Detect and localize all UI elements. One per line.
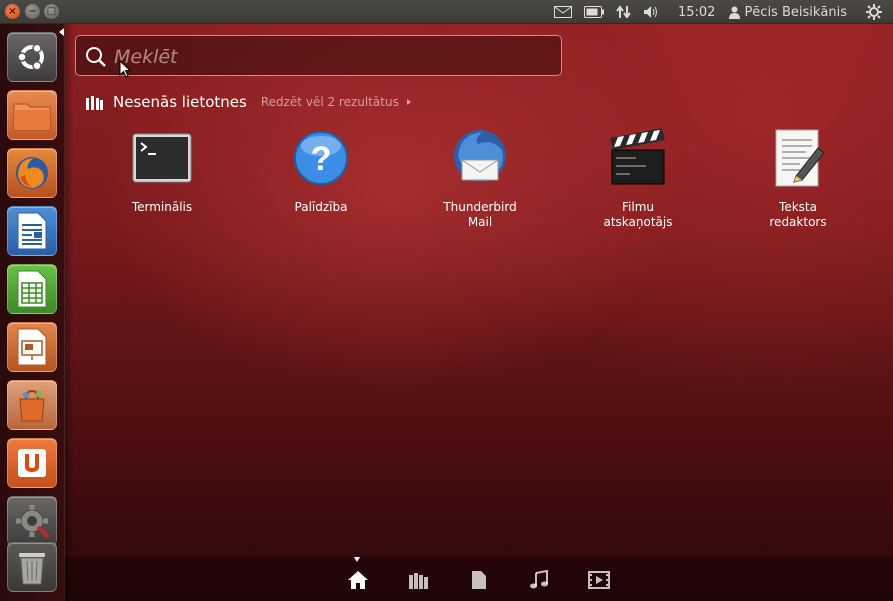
top-panel: × − □ 15:02 Pēcis Beisikānis [0,0,893,24]
close-window-button[interactable]: × [5,4,20,19]
music-lens-icon [530,570,548,589]
app-label: Teksta redaktors [769,200,827,229]
launcher-files[interactable] [7,90,57,140]
text-editor-icon [775,129,825,187]
libreoffice-calc-icon [17,270,47,308]
video-lens-icon [588,571,610,589]
files-lens-button[interactable] [468,569,490,591]
folder-icon [13,103,51,131]
firefox-icon [16,157,48,189]
launcher-firefox[interactable] [7,148,57,198]
app-text-editor[interactable]: Teksta redaktors [738,126,858,230]
applications-lens-button[interactable] [408,569,430,591]
battery-icon[interactable] [578,0,610,24]
files-lens-icon [472,571,486,589]
section-title: Nesenās lietotnes [113,93,247,111]
app-movie-player[interactable]: Filmu atskaņotājs [578,126,698,230]
launcher-ubuntu-one[interactable] [7,438,57,488]
active-lens-indicator [354,557,360,562]
dash-open-indicator [59,28,64,36]
movie-player-icon [610,128,665,185]
session-gear-icon[interactable] [861,0,887,24]
search-input[interactable] [112,36,556,77]
see-more-label: Redzēt vēl 2 rezultātus [260,95,399,109]
minimize-window-button[interactable]: − [25,4,40,19]
app-help[interactable]: ? Palīdzība [261,126,381,215]
recent-apps-header: Nesenās lietotnes Redzēt vēl 2 rezultātu… [86,92,411,112]
network-icon[interactable] [610,0,638,24]
see-more-results-link[interactable]: Redzēt vēl 2 rezultātus [261,95,411,109]
volume-icon[interactable] [638,0,666,24]
launcher-trash[interactable] [7,542,57,592]
applications-lens-icon [409,573,428,589]
launcher-calc[interactable] [7,264,57,314]
maximize-window-button[interactable]: □ [44,4,59,19]
app-thunderbird[interactable]: Thunderbird Mail [420,126,540,230]
clock[interactable]: 15:02 [678,0,715,24]
launcher-software-center[interactable] [7,380,57,430]
user-menu[interactable]: Pēcis Beisikānis [729,5,847,20]
app-label: Terminālis [131,200,193,214]
applications-category-icon [86,96,103,110]
libreoffice-impress-icon [17,328,47,366]
indicator-area: 15:02 Pēcis Beisikānis [548,0,893,24]
launcher-writer[interactable] [7,206,57,256]
music-lens-button[interactable] [528,569,550,591]
ubuntu-one-icon [18,449,46,477]
terminal-icon [132,133,192,183]
dash-home-button[interactable] [7,32,57,82]
user-icon [729,6,741,19]
search-icon [86,47,106,67]
lens-bar [64,557,893,601]
launcher-system-settings[interactable] [7,496,57,546]
settings-icon [16,505,50,539]
libreoffice-writer-icon [17,212,47,250]
app-label: Filmu atskaņotājs [603,200,673,229]
mouse-cursor-icon [119,60,131,78]
svg-text:?: ? [311,140,332,178]
launcher-impress[interactable] [7,322,57,372]
expand-arrow-icon [406,99,411,105]
app-label: Palīdzība [294,200,348,214]
launcher [0,24,65,601]
mail-icon[interactable] [548,0,578,24]
dash-search-box[interactable] [75,35,562,77]
software-center-icon [19,389,45,422]
user-name: Pēcis Beisikānis [744,4,847,20]
video-lens-button[interactable] [588,569,610,591]
app-label: Thunderbird Mail [443,200,517,229]
ubuntu-logo-icon [17,43,44,71]
home-lens-icon [348,571,368,589]
help-icon: ? [294,131,348,185]
trash-icon [19,553,45,585]
thunderbird-icon [454,130,506,182]
dash-shadow [64,24,74,601]
home-lens-button[interactable] [347,569,369,591]
app-terminal[interactable]: Terminālis [102,126,222,215]
